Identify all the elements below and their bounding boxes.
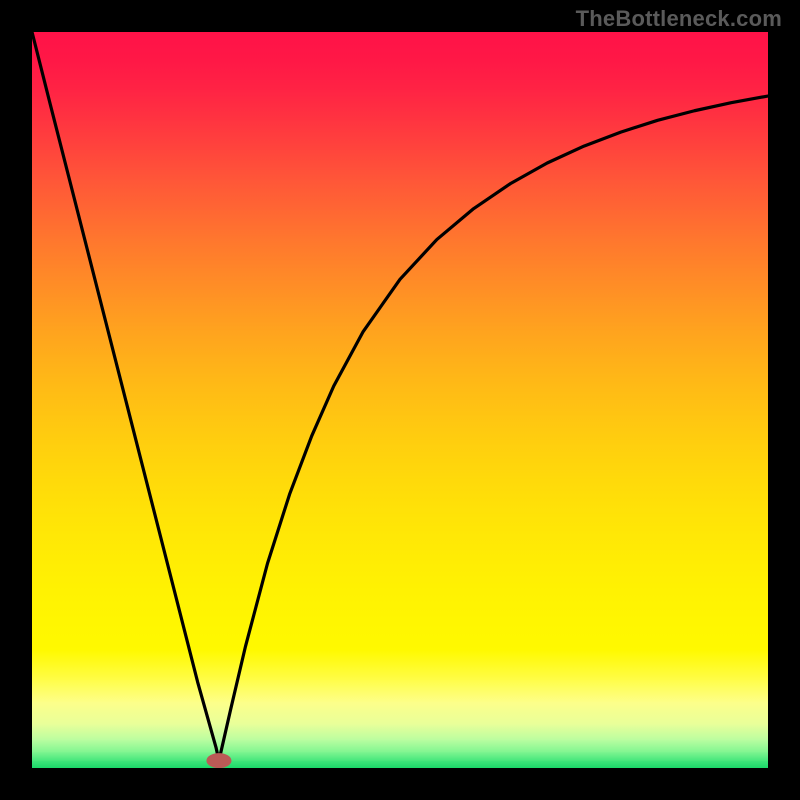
curve-layer xyxy=(32,32,768,768)
watermark-text: TheBottleneck.com xyxy=(576,6,782,32)
min-marker xyxy=(207,754,231,768)
plot-area xyxy=(32,32,768,768)
curve-right-recovery xyxy=(219,96,768,761)
chart-frame: TheBottleneck.com xyxy=(0,0,800,800)
curve-left-descent xyxy=(32,32,219,761)
